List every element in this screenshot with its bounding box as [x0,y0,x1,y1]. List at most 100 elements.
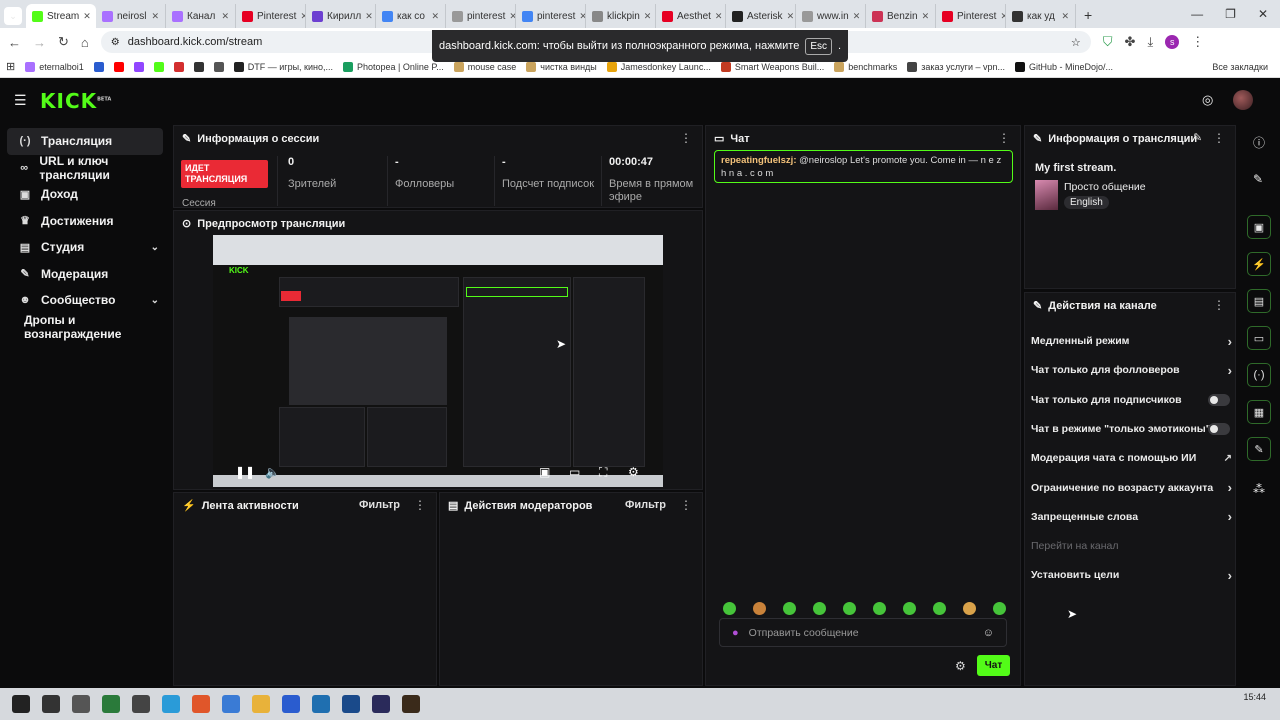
sidebar-item[interactable]: (·) Трансляция [7,128,163,155]
toggle-switch[interactable] [1208,422,1230,435]
edit-stream-info-icon[interactable]: ✎ [1193,131,1202,144]
emote-icon[interactable] [753,602,766,615]
toggle-switch[interactable] [1208,393,1230,406]
chevron-right-icon[interactable]: › [1228,480,1232,495]
stream-info-menu-icon[interactable]: ⋮ [1213,131,1225,145]
bookmark-item[interactable]: GitHub - MineDojo/... [1015,61,1113,72]
bookmark-item[interactable]: benchmarks [834,61,897,72]
extension-shield-icon[interactable]: ⛉ [1103,34,1113,50]
browser-tab[interactable]: pinterest✕ [446,4,516,28]
bookmark-item[interactable]: Photopea | Online P... [343,61,444,72]
browser-tab[interactable]: pinterest✕ [516,4,586,28]
close-window-icon[interactable]: ✕ [1258,7,1268,21]
extensions-icon[interactable]: ✤ [1125,34,1136,50]
hamburger-menu-icon[interactable]: ☰ [14,92,27,109]
volume-icon[interactable]: 🔈 [265,465,280,479]
user-avatar[interactable] [1233,90,1253,110]
theater-icon[interactable]: ▭ [569,465,580,479]
back-icon[interactable]: ← [8,35,21,50]
rail-widget-broadcast[interactable]: (·) [1247,363,1271,387]
taskbar-app-icon[interactable] [342,695,360,713]
bookmark-item[interactable]: eternalboi1 [25,61,84,72]
taskbar-app-icon[interactable] [72,695,90,713]
taskbar-app-icon[interactable] [402,695,420,713]
taskbar-app-icon[interactable] [222,695,240,713]
channel-action-item[interactable]: Чат только для подписчиков [1031,390,1230,410]
chat-input[interactable]: ● Отправить сообщение ☺ [719,618,1007,647]
browser-tab[interactable]: Asterisk ✕ [726,4,796,28]
sidebar-item[interactable]: ♛ Достижения [7,208,163,235]
forward-icon[interactable]: → [33,35,46,50]
bookmark-item[interactable]: mouse case [453,61,516,72]
pause-icon[interactable]: ❚❚ [235,465,255,479]
taskbar-clock[interactable]: 15:44 [1243,692,1266,702]
bookmark-item[interactable] [93,61,104,72]
chevron-right-icon[interactable]: › [1228,509,1232,524]
tab-close-icon[interactable]: ✕ [579,11,585,22]
external-link-icon[interactable]: ↗ [1224,453,1232,464]
info-circle-icon[interactable]: ⓘ [1253,134,1265,151]
chat-username[interactable]: repeatingfuelszj: [721,155,797,166]
channel-action-item[interactable]: Запрещенные слова › [1031,507,1232,527]
tab-close-icon[interactable]: ✕ [644,11,652,22]
bookmark-item[interactable] [113,61,124,72]
bookmark-star-icon[interactable]: ☆ [1071,36,1081,49]
sidebar-item[interactable]: Дропы и вознаграждение [7,313,163,341]
chevron-down-icon[interactable]: ⌄ [151,295,159,306]
browser-tab[interactable]: как со ✕ [376,4,446,28]
bookmark-item[interactable]: чистка винды [526,61,597,72]
chat-message[interactable]: repeatingfuelszj: @neiroslop Let's promo… [714,150,1013,183]
browser-tab[interactable]: Pinterest✕ [936,4,1006,28]
share-icon[interactable]: ⁂ [1253,482,1265,496]
rail-widget-chat[interactable]: ▭ [1247,326,1271,350]
kick-logo[interactable]: KICKBETA [40,89,111,113]
download-icon[interactable]: ⤓ [1147,34,1153,50]
tab-close-icon[interactable]: ✕ [853,11,861,22]
channel-action-item[interactable]: Модерация чата с помощью ИИ ↗ [1031,448,1232,468]
chevron-right-icon[interactable]: › [1228,363,1232,378]
browser-tab[interactable]: Stream ✕ [26,4,96,28]
bookmark-item[interactable]: заказ услуги – vpn... [907,61,1005,72]
chevron-down-icon[interactable]: ⌄ [151,242,159,253]
tab-close-icon[interactable]: ✕ [922,11,930,22]
rail-widget-mods[interactable]: ▤ [1247,289,1271,313]
all-bookmarks[interactable]: Все закладки [1212,62,1274,72]
fullscreen-icon[interactable]: ⛶ [599,465,607,480]
emoji-icon[interactable]: ☺ [983,627,994,639]
emote-icon[interactable] [963,602,976,615]
sidebar-item[interactable]: ☻ Сообщество ⌄ [7,287,163,314]
browser-tab[interactable]: Кирилл ✕ [306,4,376,28]
rail-widget-activity[interactable]: ⚡ [1247,252,1271,276]
sidebar-item[interactable]: ∞ URL и ключ трансляции [7,154,163,182]
chat-menu-icon[interactable]: ⋮ [998,131,1010,145]
session-menu-icon[interactable]: ⋮ [680,131,692,145]
rail-widget-actions[interactable]: ✎ [1247,437,1271,461]
taskbar-app-icon[interactable] [372,695,390,713]
tab-close-icon[interactable]: ✕ [715,11,723,22]
chevron-right-icon[interactable]: › [1228,568,1232,583]
rail-widget-stream-info[interactable]: ▦ [1247,400,1271,424]
channel-action-item[interactable]: Ограничение по возрасту аккаунта › [1031,478,1232,498]
reload-icon[interactable]: ↻ [58,34,69,50]
emote-icon[interactable] [783,602,796,615]
channel-action-item[interactable]: Чат в режиме "только эмотиконы" [1031,419,1230,439]
channel-action-item[interactable]: Медленный режим › [1031,331,1232,351]
bookmark-item[interactable]: Jamesdonkey Launc... [606,61,711,72]
taskbar-app-icon[interactable] [42,695,60,713]
tab-search-icon[interactable]: ⌄ [4,7,22,25]
bookmark-item[interactable] [213,61,224,72]
site-info-icon[interactable]: ⚙ [111,37,120,48]
taskbar-app-icon[interactable] [252,695,270,713]
emote-icon[interactable] [903,602,916,615]
sidebar-item[interactable]: ▤ Студия ⌄ [7,234,163,261]
tab-close-icon[interactable]: ✕ [365,11,373,22]
bookmark-item[interactable] [133,61,144,72]
tab-close-icon[interactable]: ✕ [1061,11,1069,22]
new-tab-icon[interactable]: + [1084,7,1092,23]
browser-tab[interactable]: Pinterest✕ [236,4,306,28]
browser-tab[interactable]: Benzin ✕ [866,4,936,28]
browser-tab[interactable]: www.in ✕ [796,4,866,28]
tab-close-icon[interactable]: ✕ [221,11,229,22]
clip-icon[interactable]: ▣ [539,465,550,479]
stream-preview-video[interactable]: KICK ❚❚ 🔈 ▣ ▭ ⛶ ⚙ ➤ [213,235,663,487]
